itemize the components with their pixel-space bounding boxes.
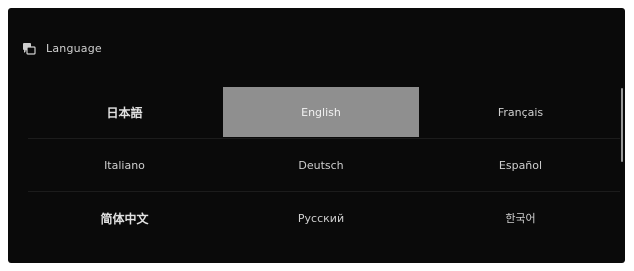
language-option-simplified-chinese[interactable]: 简体中文 — [28, 192, 221, 244]
language-icon — [22, 41, 36, 55]
page-title: Language — [46, 41, 102, 55]
language-header: Language — [22, 38, 102, 58]
language-option-italian[interactable]: Italiano — [28, 139, 221, 191]
language-row: Italiano Deutsch Español — [28, 139, 620, 192]
language-option-spanish[interactable]: Español — [421, 139, 620, 191]
language-row: 简体中文 Русский 한국어 — [28, 192, 620, 244]
language-option-korean[interactable]: 한국어 — [421, 192, 620, 244]
language-row: 日本語 English Français — [28, 86, 620, 139]
language-option-japanese[interactable]: 日本語 — [28, 86, 221, 138]
language-screen: Language 日本語 English Français Italiano D… — [8, 8, 625, 263]
language-option-english-container: English — [221, 86, 421, 138]
language-option-german[interactable]: Deutsch — [221, 139, 421, 191]
language-option-english[interactable]: English — [223, 87, 419, 137]
scrollbar[interactable] — [621, 88, 623, 162]
language-option-french[interactable]: Français — [421, 86, 620, 138]
language-grid: 日本語 English Français Italiano Deutsch Es… — [28, 86, 620, 244]
language-option-russian[interactable]: Русский — [221, 192, 421, 244]
